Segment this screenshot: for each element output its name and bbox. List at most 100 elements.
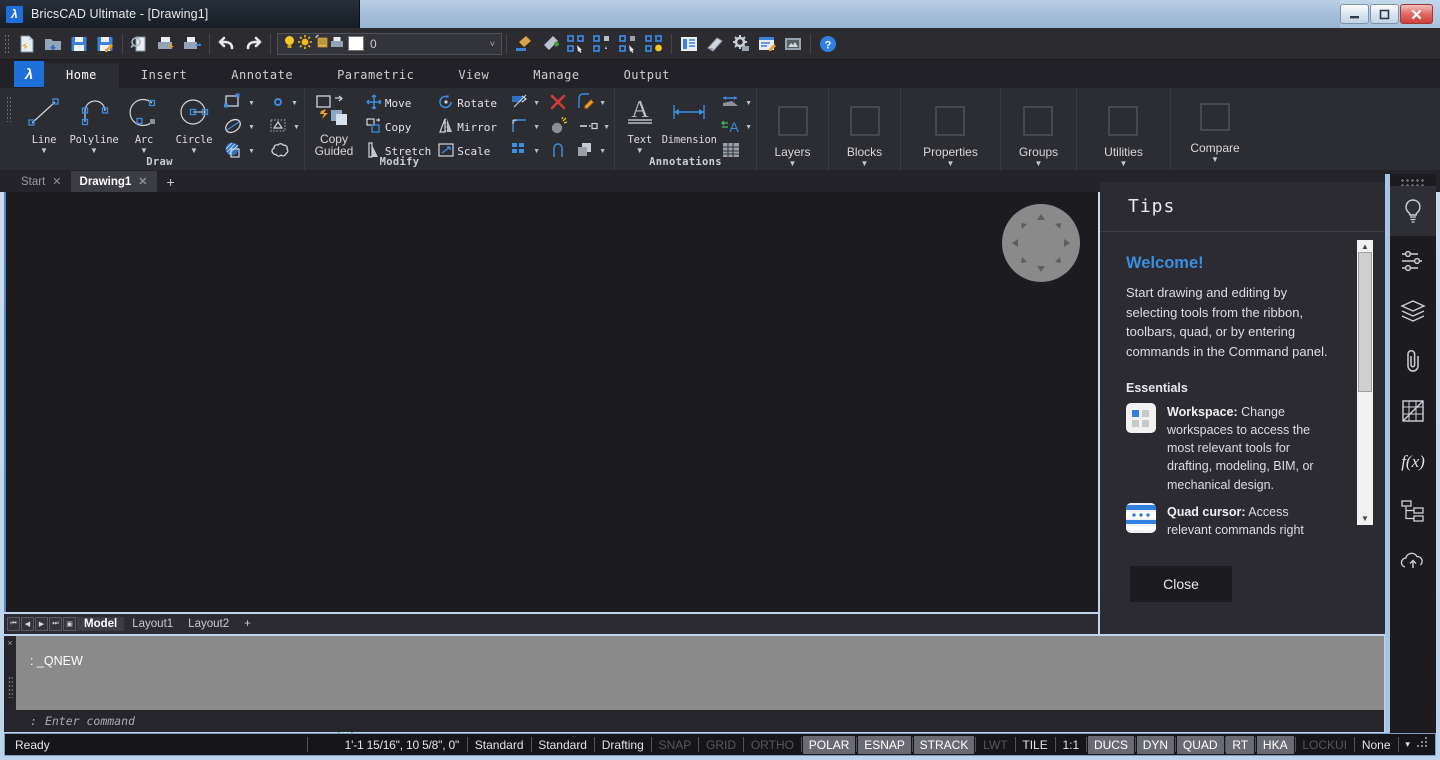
region-icon[interactable] <box>268 116 290 139</box>
ribbon-panel-properties[interactable]: Properties ▼ <box>901 88 1001 170</box>
break-dropdown-caret[interactable]: ▼ <box>603 124 610 131</box>
ellipse-icon[interactable] <box>223 116 245 139</box>
title-bar-drag-area[interactable] <box>360 0 1340 28</box>
fillet-icon[interactable] <box>510 117 530 138</box>
command-panel-grip-icon[interactable] <box>8 676 13 698</box>
drawing-canvas[interactable]: W Y X <box>4 192 1098 612</box>
tips-scrollbar-thumb[interactable] <box>1358 252 1372 392</box>
region-dropdown-caret[interactable]: ▼ <box>293 124 300 131</box>
attachments-paperclip-icon[interactable] <box>1390 336 1436 386</box>
layout-tab-layout1[interactable]: Layout1 <box>125 617 180 631</box>
pick-color-icon[interactable] <box>537 31 563 57</box>
erase-icon[interactable] <box>549 93 567 114</box>
ellipse-dropdown-caret[interactable]: ▼ <box>248 124 255 131</box>
settings-sliders-icon[interactable] <box>1390 236 1436 286</box>
layer-plot-icon[interactable] <box>329 34 345 53</box>
rotate-button[interactable]: Rotate <box>437 93 502 114</box>
tip-item-quad-cursor[interactable]: Quad cursor: Access relevant commands ri… <box>1126 503 1355 539</box>
print-preview-icon[interactable] <box>127 31 153 57</box>
status-item-textstyle[interactable]: Standard <box>469 736 530 754</box>
document-tab-drawing1[interactable]: Drawing1 ✕ <box>71 171 157 192</box>
edit-polyline-icon[interactable] <box>576 93 596 114</box>
tips-scrollbar[interactable]: ▲ ▼ <box>1357 240 1373 525</box>
status-item-workspace[interactable]: Drafting <box>596 736 650 754</box>
notes-icon[interactable] <box>754 31 780 57</box>
status-coordinates[interactable]: 1'-1 15/16", 10 5/8", 0" <box>308 738 467 752</box>
ribbon-panel-layers[interactable]: Layers ▼ <box>757 88 829 170</box>
structure-tree-icon[interactable] <box>1390 486 1436 536</box>
close-button[interactable] <box>1400 4 1433 24</box>
layout-list-button[interactable]: ▣ <box>63 617 76 631</box>
prev-layout-button[interactable]: ◀ <box>21 617 34 631</box>
redo-icon[interactable] <box>240 31 266 57</box>
align-dropdown-caret[interactable]: ▼ <box>599 148 606 155</box>
circle-button[interactable]: Circle ▼ <box>169 90 219 154</box>
ribbon-tab-view[interactable]: View <box>436 63 511 88</box>
ribbon-grip-icon[interactable] <box>6 96 13 122</box>
layers-panel-caret[interactable]: ▼ <box>789 161 797 167</box>
text-style-dropdown-caret[interactable]: ▼ <box>745 124 752 131</box>
point-icon[interactable] <box>268 92 288 115</box>
status-item-esnap[interactable]: ESNAP <box>858 736 911 754</box>
select-all-icon[interactable] <box>589 31 615 57</box>
chevron-down-icon[interactable]: ˅ <box>490 39 495 49</box>
status-item-lwt[interactable]: LWT <box>977 736 1013 754</box>
status-item-tile[interactable]: TILE <box>1016 736 1053 754</box>
ribbon-tab-annotate[interactable]: Annotate <box>209 63 315 88</box>
new-document-tab-button[interactable]: + <box>157 171 185 192</box>
hatch-grid-icon[interactable] <box>1390 386 1436 436</box>
dimension-button[interactable]: Dimension <box>660 90 718 146</box>
ribbon-panel-utilities[interactable]: Utilities ▼ <box>1077 88 1171 170</box>
status-item-lockui[interactable]: LOCKUI <box>1296 736 1353 754</box>
ribbon-tab-output[interactable]: Output <box>602 63 692 88</box>
trim-icon[interactable] <box>510 93 530 114</box>
status-item-strack[interactable]: STRACK <box>914 736 975 754</box>
undo-icon[interactable] <box>214 31 240 57</box>
status-item-ortho[interactable]: ORTHO <box>745 736 800 754</box>
status-item-none[interactable]: None <box>1356 736 1397 754</box>
ribbon-tab-manage[interactable]: Manage <box>511 63 601 88</box>
utilities-panel-caret[interactable]: ▼ <box>1120 161 1128 167</box>
edit-polyline-dropdown-caret[interactable]: ▼ <box>599 100 606 107</box>
align-icon[interactable] <box>576 141 596 162</box>
help-icon[interactable]: ? <box>815 31 841 57</box>
tip-item-workspace[interactable]: Workspace: Change workspaces to access t… <box>1126 403 1355 494</box>
arc-button[interactable]: Arc ▼ <box>119 90 169 154</box>
save-as-icon[interactable] <box>92 31 118 57</box>
tips-close-button[interactable]: Close <box>1130 566 1232 602</box>
layers-stack-icon[interactable] <box>1390 286 1436 336</box>
ribbon-panel-groups[interactable]: Groups ▼ <box>1001 88 1077 170</box>
fillet-dropdown-caret[interactable]: ▼ <box>533 124 540 131</box>
parameters-fx-icon[interactable]: f(x) <box>1390 436 1436 486</box>
status-item-snap[interactable]: SNAP <box>653 736 698 754</box>
maximize-button[interactable] <box>1370 4 1399 24</box>
status-item-rt[interactable]: RT <box>1226 736 1254 754</box>
toolbar-grip-icon[interactable] <box>4 34 11 54</box>
groups-panel-caret[interactable]: ▼ <box>1035 161 1043 167</box>
status-item-quad[interactable]: QUAD <box>1177 736 1224 754</box>
command-input[interactable]: : Enter command <box>16 710 1384 732</box>
settings-icon[interactable] <box>728 31 754 57</box>
cleanup-icon[interactable] <box>702 31 728 57</box>
ribbon-tab-insert[interactable]: Insert <box>119 63 209 88</box>
quick-select-icon[interactable] <box>615 31 641 57</box>
minimize-button[interactable] <box>1340 4 1369 24</box>
ribbon-tab-parametric[interactable]: Parametric <box>315 63 436 88</box>
isolate-objects-icon[interactable] <box>641 31 667 57</box>
layout-tab-model[interactable]: Model <box>77 617 124 631</box>
first-layout-button[interactable]: ⏮ <box>7 617 20 631</box>
drawing-explorer-icon[interactable] <box>676 31 702 57</box>
open-drawing-icon[interactable] <box>40 31 66 57</box>
layer-on-icon[interactable] <box>282 34 297 53</box>
layer-dropdown[interactable]: 0 ˅ <box>277 33 502 55</box>
ribbon-panel-compare[interactable]: Compare ▼ <box>1171 88 1259 170</box>
copy-guided-button[interactable]: Copy Guided <box>309 90 359 157</box>
ribbon-tab-home[interactable]: Home <box>44 63 119 88</box>
new-drawing-icon[interactable] <box>14 31 40 57</box>
blocks-panel-caret[interactable]: ▼ <box>861 161 869 167</box>
hatch-dropdown-caret[interactable]: ▼ <box>248 148 255 155</box>
text-button[interactable]: A Text ▼ <box>619 90 660 154</box>
document-tab-start[interactable]: Start ✕ <box>12 171 71 192</box>
application-menu-button[interactable]: λ <box>14 61 44 87</box>
point-dropdown-caret[interactable]: ▼ <box>291 100 298 107</box>
